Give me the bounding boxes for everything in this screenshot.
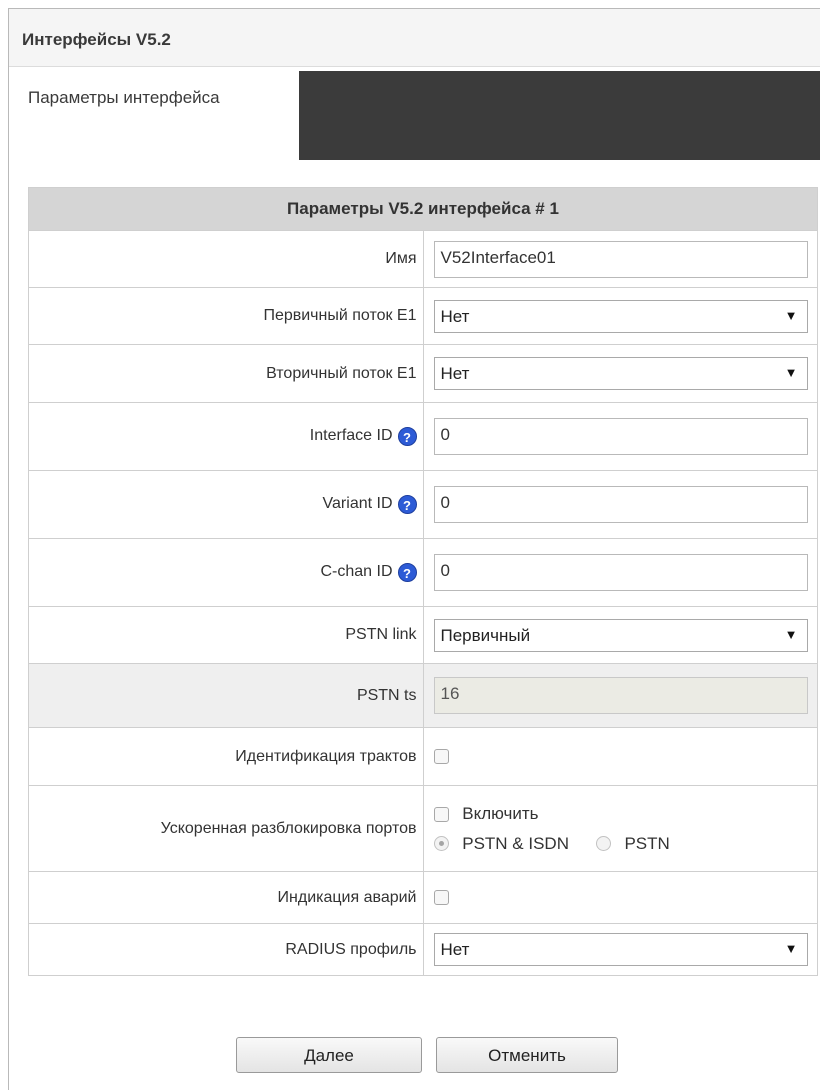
- interface-id-label: Interface ID: [309, 427, 393, 444]
- next-button[interactable]: Далее: [236, 1037, 422, 1073]
- radio-pstn-label: PSTN: [624, 833, 670, 853]
- row-interface-id: Interface ID? 0: [28, 402, 818, 471]
- radio-pstn-isdn: [433, 836, 449, 852]
- radio-pstn: [595, 836, 611, 852]
- fast-unblock-enable-checkbox[interactable]: [433, 806, 449, 822]
- row-cchan-id: C-chan ID? 0: [28, 538, 818, 607]
- path-ident-label: Идентификация трактов: [28, 727, 424, 786]
- secondary-e1-label: Вторичный поток E1: [28, 344, 424, 403]
- table-header: Параметры V5.2 интерфейса # 1: [28, 187, 818, 231]
- row-secondary-e1: Вторичный поток E1 Нет ▼: [28, 344, 818, 403]
- dropdown-arrow-icon: ▼: [784, 626, 798, 642]
- pstn-ts-input: 16: [433, 677, 808, 714]
- path-ident-checkbox[interactable]: [433, 748, 449, 764]
- alarm-indication-checkbox[interactable]: [433, 889, 449, 905]
- name-label: Имя: [28, 230, 424, 288]
- tab-strip-background: [299, 71, 820, 160]
- variant-id-input[interactable]: 0: [433, 486, 808, 523]
- interface-id-input[interactable]: 0: [433, 418, 808, 455]
- row-variant-id: Variant ID? 0: [28, 470, 818, 539]
- cancel-button[interactable]: Отменить: [436, 1037, 618, 1073]
- row-alarm-indication: Индикация аварий: [28, 871, 818, 924]
- help-icon[interactable]: ?: [397, 495, 417, 514]
- row-pstn-link: PSTN link Первичный ▼: [28, 606, 818, 664]
- dropdown-arrow-icon: ▼: [784, 941, 798, 956]
- dropdown-arrow-icon: ▼: [784, 307, 798, 323]
- name-input[interactable]: V52Interface01: [433, 240, 808, 278]
- tab-interface-params[interactable]: Параметры интерфейса: [9, 67, 299, 160]
- primary-e1-value: Нет: [440, 306, 470, 326]
- alarm-indication-label: Индикация аварий: [28, 871, 424, 924]
- cchan-id-input[interactable]: 0: [433, 554, 808, 591]
- tab-interface-params-label: Параметры интерфейса: [28, 88, 220, 107]
- row-name: Имя V52Interface01: [28, 230, 818, 288]
- primary-e1-label: Первичный поток E1: [28, 287, 424, 345]
- pstn-link-label: PSTN link: [28, 606, 424, 664]
- tab-bar: Параметры интерфейса: [9, 67, 820, 160]
- secondary-e1-select[interactable]: Нет ▼: [433, 357, 808, 390]
- radio-pstn-isdn-label: PSTN & ISDN: [462, 833, 569, 853]
- pstn-link-value: Первичный: [440, 625, 531, 645]
- help-icon[interactable]: ?: [397, 427, 417, 446]
- radius-profile-select[interactable]: Нет ▼: [433, 933, 808, 966]
- pstn-link-select[interactable]: Первичный ▼: [433, 618, 808, 652]
- interface-params-table: Параметры V5.2 интерфейса # 1 Имя V52Int…: [28, 187, 818, 976]
- row-primary-e1: Первичный поток E1 Нет ▼: [28, 287, 818, 345]
- radius-profile-value: Нет: [440, 940, 470, 959]
- secondary-e1-value: Нет: [440, 364, 470, 383]
- pstn-ts-label: PSTN ts: [28, 663, 424, 728]
- primary-e1-select[interactable]: Нет ▼: [433, 299, 808, 333]
- fast-unblock-enable-label: Включить: [462, 804, 539, 823]
- row-fast-unblock: Ускоренная разблокировка портов Включить…: [28, 785, 818, 872]
- row-path-ident: Идентификация трактов: [28, 727, 818, 786]
- help-icon[interactable]: ?: [397, 563, 417, 582]
- page-title: Интерфейсы V5.2: [9, 9, 820, 67]
- fast-unblock-label: Ускоренная разблокировка портов: [28, 785, 424, 872]
- variant-id-label: Variant ID: [322, 495, 393, 512]
- row-pstn-ts: PSTN ts 16: [28, 663, 818, 728]
- cchan-id-label: C-chan ID: [320, 563, 393, 580]
- radius-profile-label: RADIUS профиль: [28, 923, 424, 976]
- row-radius-profile: RADIUS профиль Нет ▼: [28, 923, 818, 976]
- dropdown-arrow-icon: ▼: [784, 365, 798, 380]
